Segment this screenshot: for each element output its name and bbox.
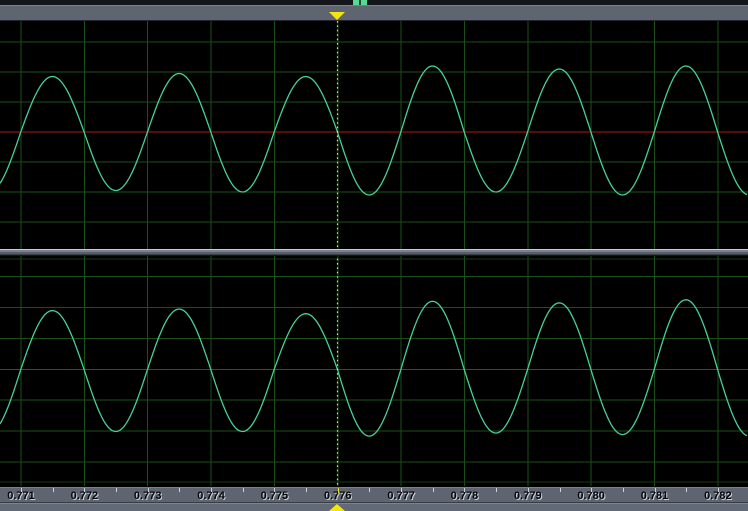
axis-tick-mark (179, 488, 180, 492)
axis-tick-mark (148, 488, 149, 492)
axis-tick-mark (655, 488, 656, 492)
axis-tick-mark (718, 488, 719, 492)
cursor-strip[interactable] (0, 503, 748, 511)
axis-tick-mark (306, 488, 307, 492)
axis-tick-mark (560, 488, 561, 492)
axis-tick-mark (623, 488, 624, 492)
channel-2-panel[interactable] (0, 256, 748, 486)
axis-tick-mark (274, 488, 275, 492)
axis-tick-mark (401, 488, 402, 492)
channel-1-panel[interactable] (0, 21, 748, 249)
axis-tick-mark (528, 488, 529, 492)
axis-tick-mark (686, 488, 687, 492)
axis-tick-mark (591, 488, 592, 492)
panel-divider[interactable] (0, 249, 748, 256)
axis-tick-mark (84, 488, 85, 492)
axis-tick-mark (21, 488, 22, 492)
scope-window: 0.771 0.772 0.773 0.774 0.775 0.776 0.77… (0, 0, 748, 511)
cursor-triangle-up-icon[interactable] (329, 504, 345, 511)
axis-tick-mark (53, 488, 54, 492)
axis-tick-mark (369, 488, 370, 492)
time-axis-ruler[interactable]: 0.771 0.772 0.773 0.774 0.775 0.776 0.77… (0, 487, 748, 503)
axis-tick-mark (464, 488, 465, 492)
axis-tick-mark (243, 488, 244, 492)
axis-tick-mark (211, 488, 212, 492)
cursor-tick-mark (338, 488, 339, 493)
axis-tick-mark (433, 488, 434, 492)
axis-tick-mark (496, 488, 497, 492)
axis-tick-mark (116, 488, 117, 492)
